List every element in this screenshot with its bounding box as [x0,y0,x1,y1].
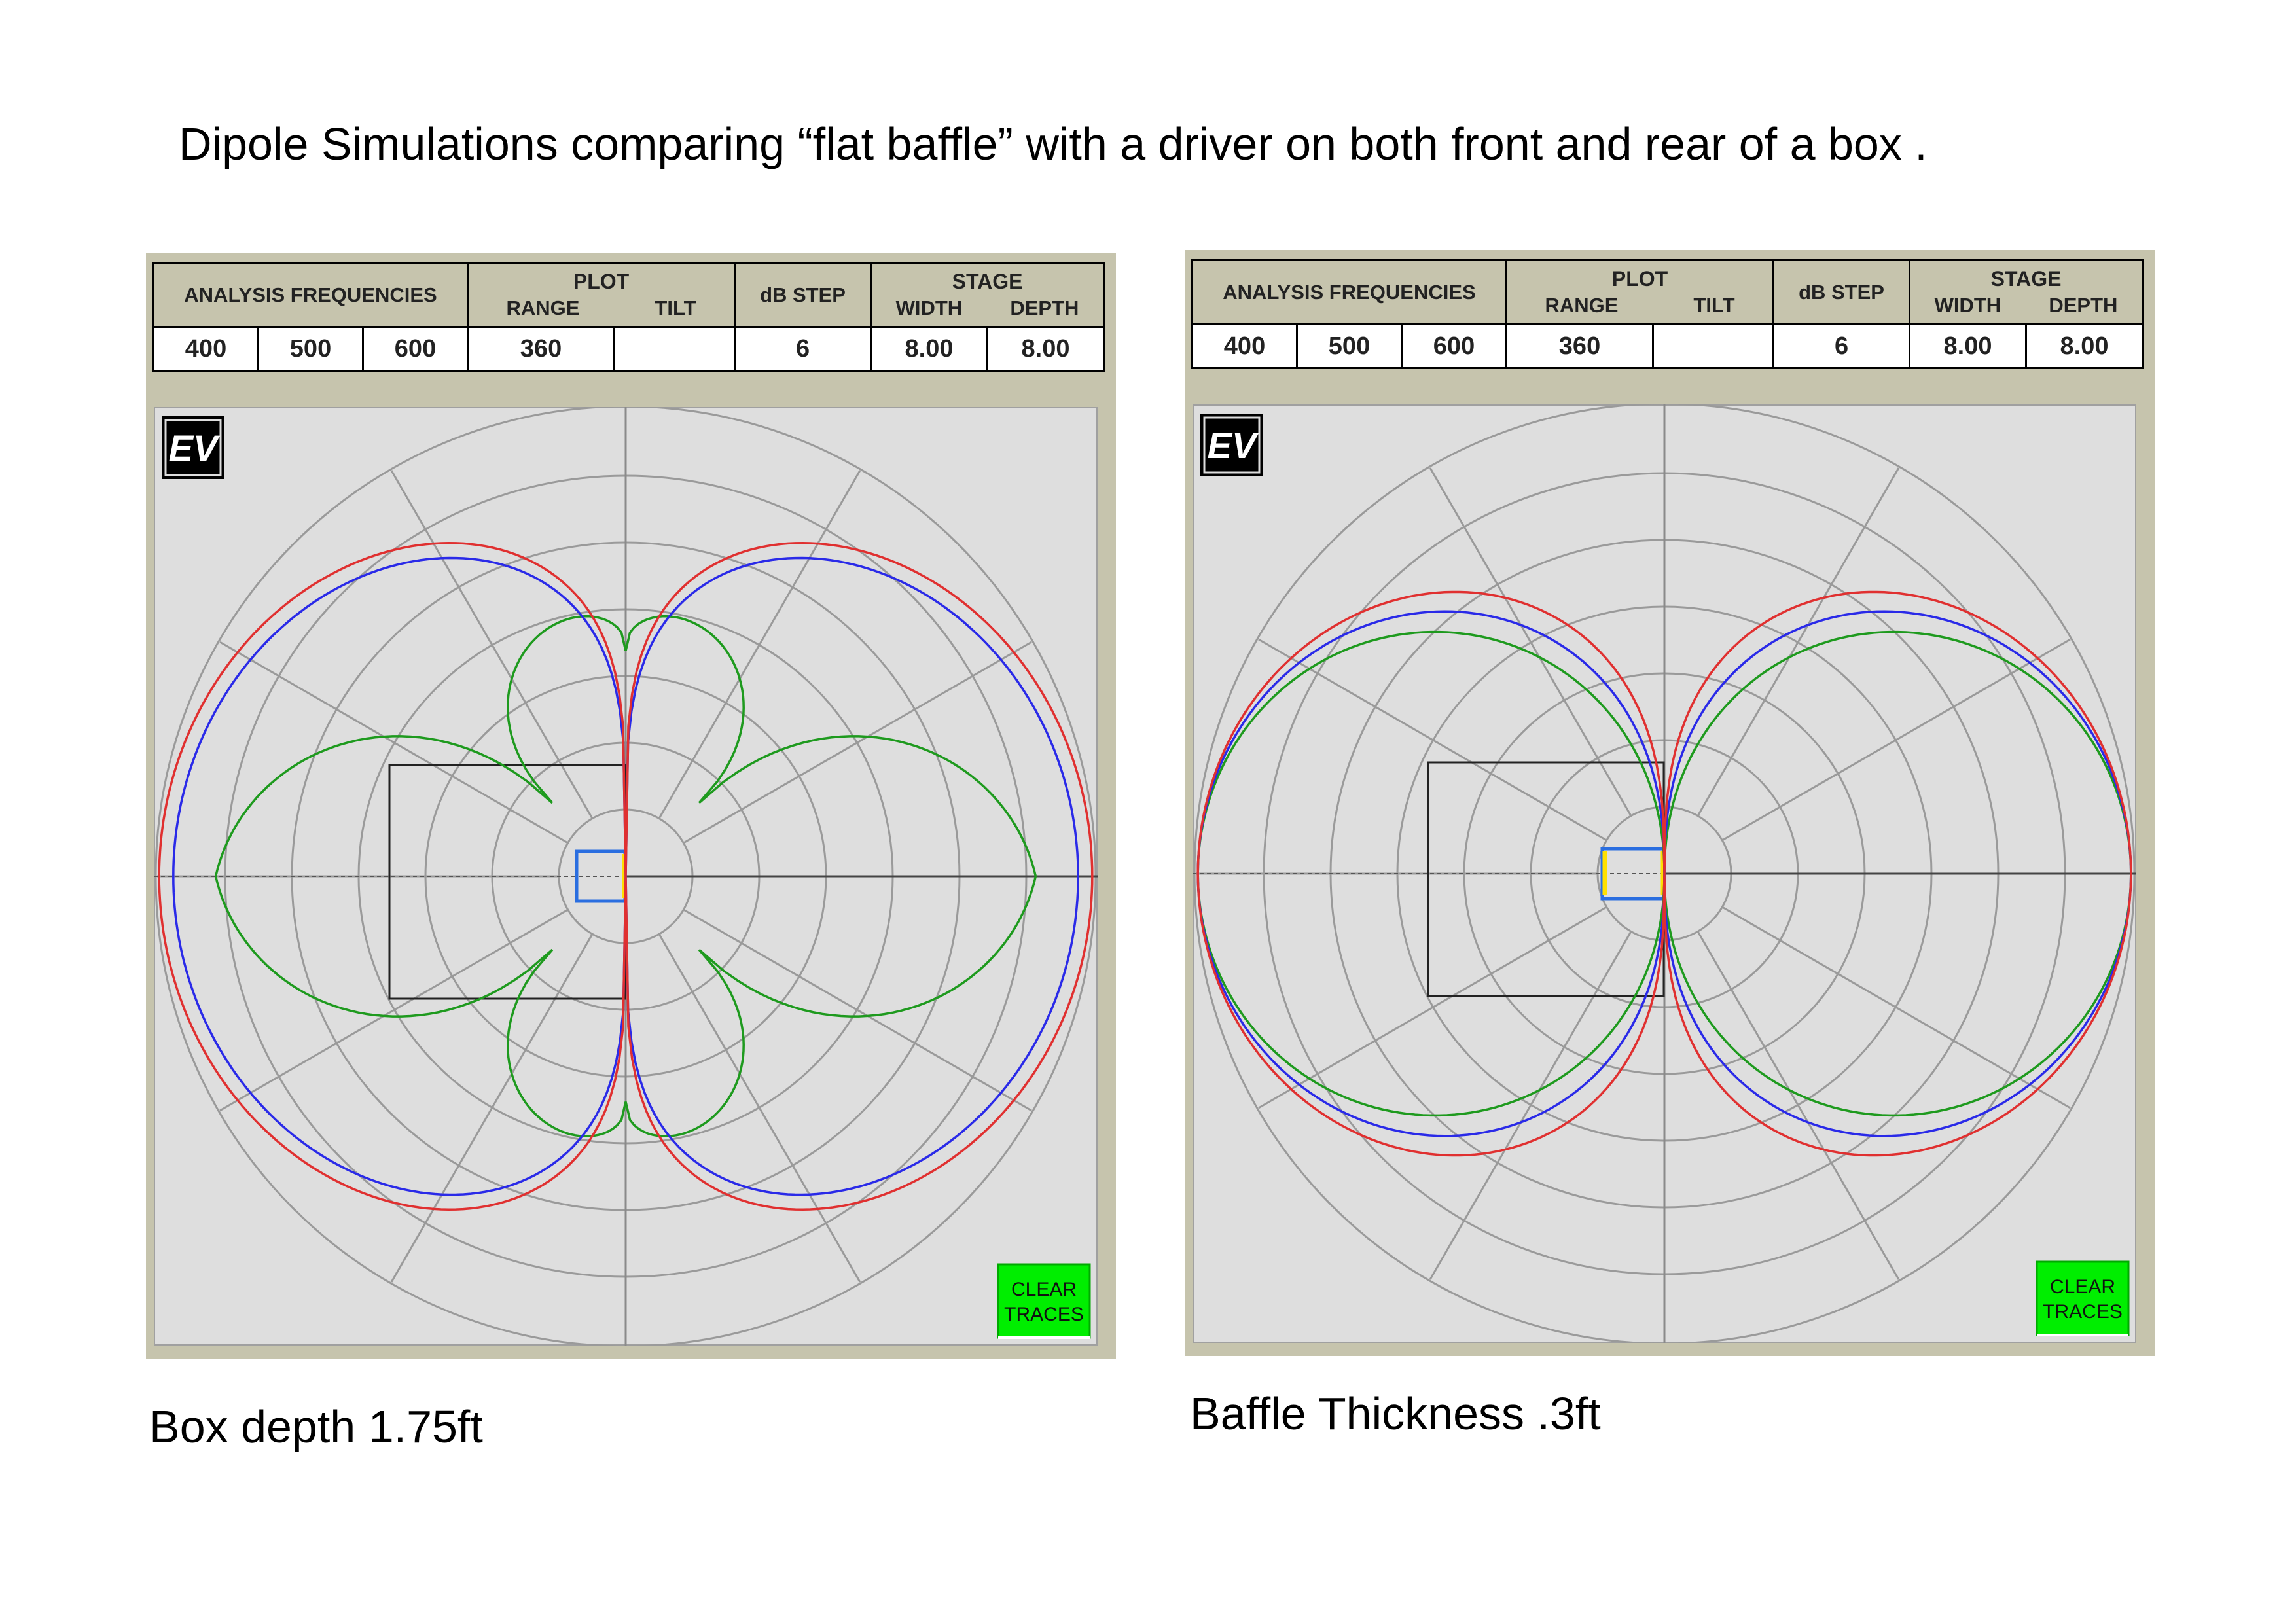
svg-text:TRACES: TRACES [2043,1301,2123,1323]
plot-group-header: PLOT RANGE TILT [466,262,736,328]
analysis-header-table: ANALYSIS FREQUENCIES PLOT RANGE TILT dB … [1191,259,2144,369]
db-step-field[interactable]: 6 [734,326,872,372]
range-label: RANGE [506,296,580,319]
db-step-field[interactable]: 6 [1772,323,1911,369]
tilt-label: TILT [655,296,696,319]
depth-label: DEPTH [1010,296,1079,319]
plot-range-field[interactable]: 360 [467,326,615,372]
stage-label: STAGE [1990,267,2062,291]
clear-traces-button[interactable]: CLEAR TRACES [2036,1260,2130,1336]
ev-logo: EV [1200,414,1263,476]
plot-group-header: PLOT RANGE TILT [1505,259,1775,325]
svg-text:TRACES: TRACES [1004,1304,1084,1325]
caption-box-depth: Box depth 1.75ft [149,1401,483,1452]
freq-400-field[interactable]: 400 [1191,323,1298,369]
db-step-label: dB STEP [1772,259,1911,325]
page-title: Dipole Simulations comparing “flat baffl… [179,118,1928,169]
stage-depth-field[interactable]: 8.00 [2025,323,2144,369]
stage-group-header: STAGE WIDTH DEPTH [1909,259,2144,325]
ev-logo: EV [162,416,224,479]
stage-depth-field[interactable]: 8.00 [986,326,1105,372]
depth-label: DEPTH [2049,294,2118,317]
freq-600-field[interactable]: 600 [1401,323,1507,369]
stage-label: STAGE [952,270,1023,293]
width-label: WIDTH [1934,294,2001,317]
simulator-panel-right: ANALYSIS FREQUENCIES PLOT RANGE TILT dB … [1185,250,2155,1356]
polar-plot-area: EV CLEAR TRACES [1193,404,2136,1343]
freq-500-field[interactable]: 500 [257,326,364,372]
clear-traces-button[interactable]: CLEAR TRACES [997,1263,1091,1339]
plot-label: PLOT [1611,267,1668,291]
polar-plot-svg: EV CLEAR TRACES [1193,404,2136,1343]
plot-range-field[interactable]: 360 [1505,323,1654,369]
stage-width-field[interactable]: 8.00 [870,326,989,372]
analysis-header-table: ANALYSIS FREQUENCIES PLOT RANGE TILT dB … [152,262,1105,372]
db-step-label: dB STEP [734,262,872,328]
freq-400-field[interactable]: 400 [152,326,259,372]
tilt-label: TILT [1693,294,1735,317]
stage-group-header: STAGE WIDTH DEPTH [870,262,1105,328]
plot-label: PLOT [573,270,630,293]
polar-plot-area: EV CLEAR TRACES [154,407,1098,1346]
range-label: RANGE [1545,294,1619,317]
plot-tilt-field[interactable] [613,326,736,372]
stage-width-field[interactable]: 8.00 [1909,323,2028,369]
freq-600-field[interactable]: 600 [362,326,469,372]
simulator-panel-left: ANALYSIS FREQUENCIES PLOT RANGE TILT dB … [146,253,1116,1359]
analysis-frequencies-label: ANALYSIS FREQUENCIES [152,262,469,328]
polar-plot-svg: EV CLEAR TRACES [154,407,1098,1346]
svg-text:EV: EV [169,427,221,469]
analysis-frequencies-label: ANALYSIS FREQUENCIES [1191,259,1507,325]
plot-tilt-field[interactable] [1651,323,1775,369]
width-label: WIDTH [895,296,963,319]
svg-text:CLEAR: CLEAR [2050,1276,2115,1298]
svg-text:CLEAR: CLEAR [1011,1279,1077,1300]
svg-text:EV: EV [1208,425,1259,466]
freq-500-field[interactable]: 500 [1296,323,1403,369]
caption-baffle-thickness: Baffle Thickness .3ft [1190,1388,1601,1439]
